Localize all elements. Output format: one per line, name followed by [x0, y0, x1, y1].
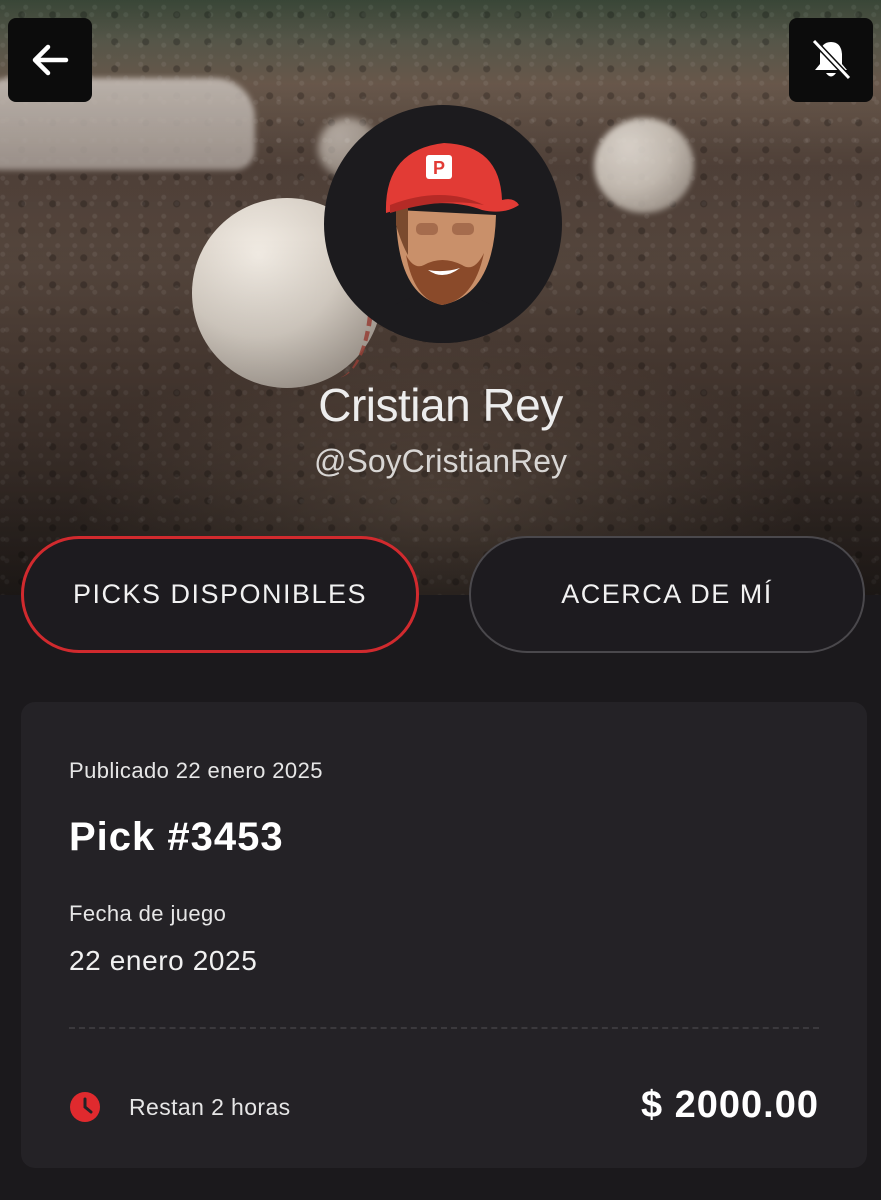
back-button[interactable] [8, 18, 92, 102]
arrow-left-icon [32, 44, 69, 76]
published-date: Publicado 22 enero 2025 [69, 758, 323, 783]
profile-handle: @SoyCristianRey [314, 443, 567, 479]
pick-title: Pick #3453 [69, 815, 284, 859]
profile-page: P Cristian Rey @SoyCristianRey PICKS DIS… [0, 0, 881, 1200]
clock-icon [70, 1092, 100, 1122]
svg-text:P: P [433, 158, 445, 178]
pick-card[interactable]: Publicado 22 enero 2025 Pick #3453 Fecha… [21, 702, 867, 1168]
divider [69, 1027, 819, 1029]
avatar: P [324, 105, 562, 343]
notifications-toggle-button[interactable] [789, 18, 873, 102]
pick-price: $ 2000.00 [640, 1084, 819, 1126]
game-date-label: Fecha de juego [69, 901, 227, 926]
game-date-value: 22 enero 2025 [69, 945, 258, 976]
time-remaining: Restan 2 horas [129, 1094, 291, 1120]
bell-off-icon [811, 38, 852, 81]
tab-acerca-de-mi[interactable]: ACERCA DE MÍ [469, 536, 865, 653]
tab-picks-disponibles[interactable]: PICKS DISPONIBLES [21, 536, 419, 653]
profile-name: Cristian Rey [318, 379, 563, 431]
avatar-illustration: P [385, 143, 519, 343]
profile-header-background: P Cristian Rey @SoyCristianRey [0, 0, 881, 595]
